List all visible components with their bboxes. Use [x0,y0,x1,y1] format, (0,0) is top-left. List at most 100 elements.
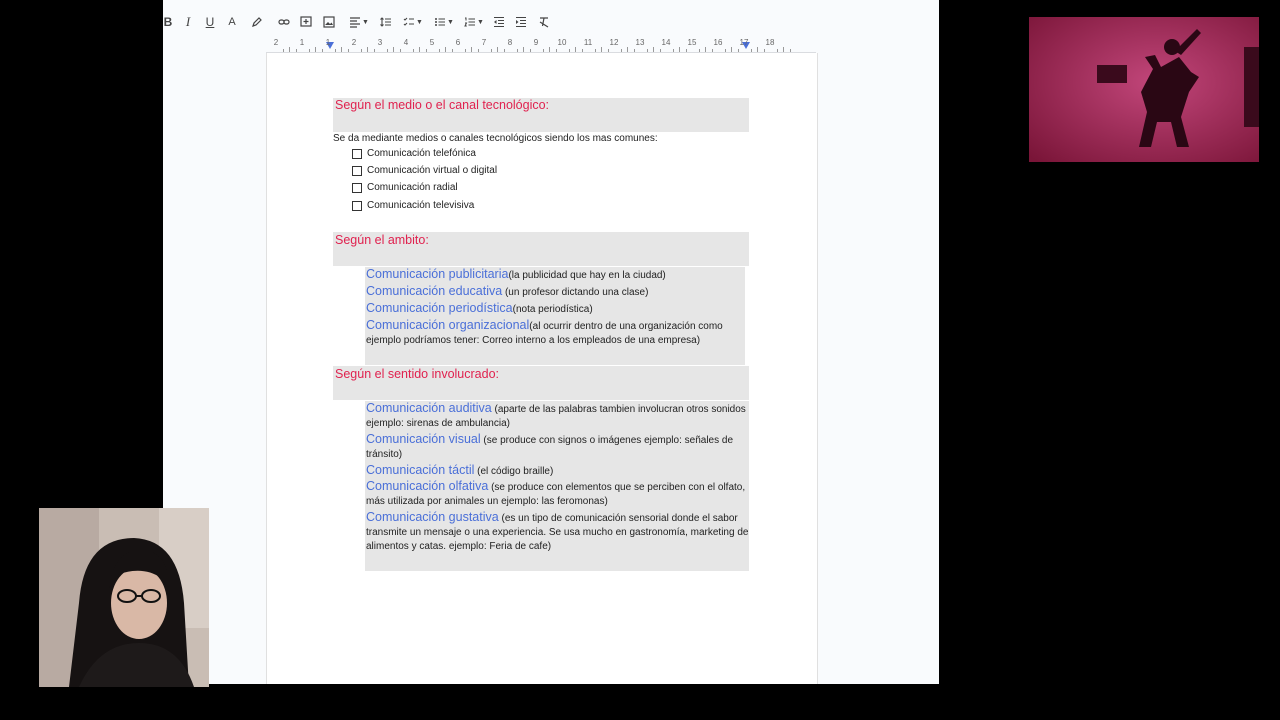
italic-button[interactable]: I [183,14,193,30]
line-spacing-icon [380,17,391,27]
ruler-tick [789,49,791,52]
category-title: Comunicación gustativa [366,510,499,524]
insert-link-button[interactable] [277,14,291,30]
ruler-tick [393,47,394,52]
ruler-label: 11 [583,38,593,47]
ruler-label: 2 [351,38,357,47]
checklist-item: Comunicación radial [367,182,458,193]
ruler-tick [399,49,401,52]
ruler-tick [419,47,420,52]
chevron-down-icon: ▼ [362,18,369,26]
list-item: Comunicación educativa (un profesor dict… [366,284,748,300]
indent-decrease-icon [494,16,504,28]
category-title: Comunicación educativa [366,284,503,298]
bulleted-list-icon [435,18,446,26]
ruler-tick [464,49,466,52]
checklist-item: Comunicación virtual o digital [367,165,498,176]
numbered-list-button[interactable]: ▼ [463,14,485,30]
category-title: Comunicación publicitaria [366,267,509,281]
ruler-tick [581,49,583,52]
ruler-tick [321,49,323,52]
ruler-tick [711,49,713,52]
indent-increase-icon [516,16,526,28]
ruler-tick [646,49,648,52]
ruler-tick [607,49,609,52]
ruler-tick [315,47,316,52]
checkbox[interactable] [352,149,362,159]
ruler-tick [685,49,687,52]
ruler-tick [295,49,297,52]
ruler-label: 1 [299,38,305,47]
ruler-tick [497,47,498,52]
ruler-tick [724,49,726,52]
ruler-tick [529,49,531,52]
bulleted-list-button[interactable]: ▼ [433,14,455,30]
ruler-tick [698,49,700,52]
ruler-tick [503,49,505,52]
bold-button[interactable]: B [163,14,173,30]
ruler-tick [373,49,375,52]
section-heading-ambito: Según el ambito: [335,233,429,247]
highlight-color-button[interactable] [251,14,263,30]
ruler-tick [568,49,570,52]
list-item: Comunicación olfativa (se produce con el… [366,479,751,509]
formatting-toolbar: B I U A ▼ ▼ ▼ ▼ [163,6,939,36]
ruler-label: 5 [429,38,435,47]
checklist-icon [403,17,415,26]
clear-formatting-button[interactable] [538,14,550,30]
decrease-indent-button[interactable] [493,14,505,30]
add-comment-button[interactable] [300,14,312,30]
ruler-tick [477,49,479,52]
checklist-item: Comunicación televisiva [367,200,475,211]
ruler-tick [672,49,674,52]
align-button[interactable]: ▼ [349,14,369,30]
ruler-label: 17 [739,38,749,47]
document-page[interactable]: Según el medio o el canal tecnológico: S… [266,53,818,684]
ruler-label: 4 [403,38,409,47]
chevron-down-icon: ▼ [477,18,484,26]
ruler-tick [471,47,472,52]
checkbox[interactable] [352,183,362,193]
video-frame-image [1029,17,1259,162]
category-title: Comunicación auditiva [366,401,492,415]
ruler-tick [549,47,550,52]
ruler-tick [308,49,310,52]
ruler-tick [555,49,557,52]
category-desc: (un profesor dictando una clase) [502,287,649,298]
category-desc: (nota periodística) [512,304,593,315]
ruler-tick [289,47,290,52]
text-color-button[interactable]: A [227,14,237,30]
chevron-down-icon: ▼ [447,18,454,26]
ruler-tick [594,49,596,52]
checkbox[interactable] [352,201,362,211]
ruler-label: 12 [609,38,619,47]
insert-image-button[interactable] [323,14,335,30]
ruler-label: 2 [273,38,279,47]
checkbox[interactable] [352,166,362,176]
increase-indent-button[interactable] [515,14,527,30]
ruler-tick [341,47,342,52]
section-heading-sentido: Según el sentido involucrado: [335,367,500,381]
line-spacing-button[interactable] [379,14,393,30]
checklist-button[interactable]: ▼ [401,14,425,30]
comment-add-icon [300,16,312,27]
ruler-label: 13 [635,38,645,47]
category-title: Comunicación olfativa [366,479,489,493]
list-item: Comunicación auditiva (aparte de las pal… [366,401,751,431]
ruler-tick [334,49,336,52]
webcam-overlay [39,508,209,687]
ruler-tick [490,49,492,52]
horizontal-ruler[interactable]: 2 1 1 2 3 4 5 6 7 8 9 10 11 12 13 14 15 16 17 18 [266,38,816,53]
ruler-tick [386,49,388,52]
ruler-label: 16 [713,38,723,47]
ruler-tick [757,47,758,52]
ruler-tick [445,47,446,52]
ruler-tick [731,47,732,52]
list-item: Comunicación táctil (el código braille) [366,463,751,479]
stream-video-overlay [1029,17,1259,162]
underline-button[interactable]: U [205,14,215,30]
ruler-tick [679,47,680,52]
section-intro: Se da mediante medios o canales tecnológ… [333,133,658,144]
ruler-tick [282,49,284,52]
ruler-label: 10 [557,38,567,47]
